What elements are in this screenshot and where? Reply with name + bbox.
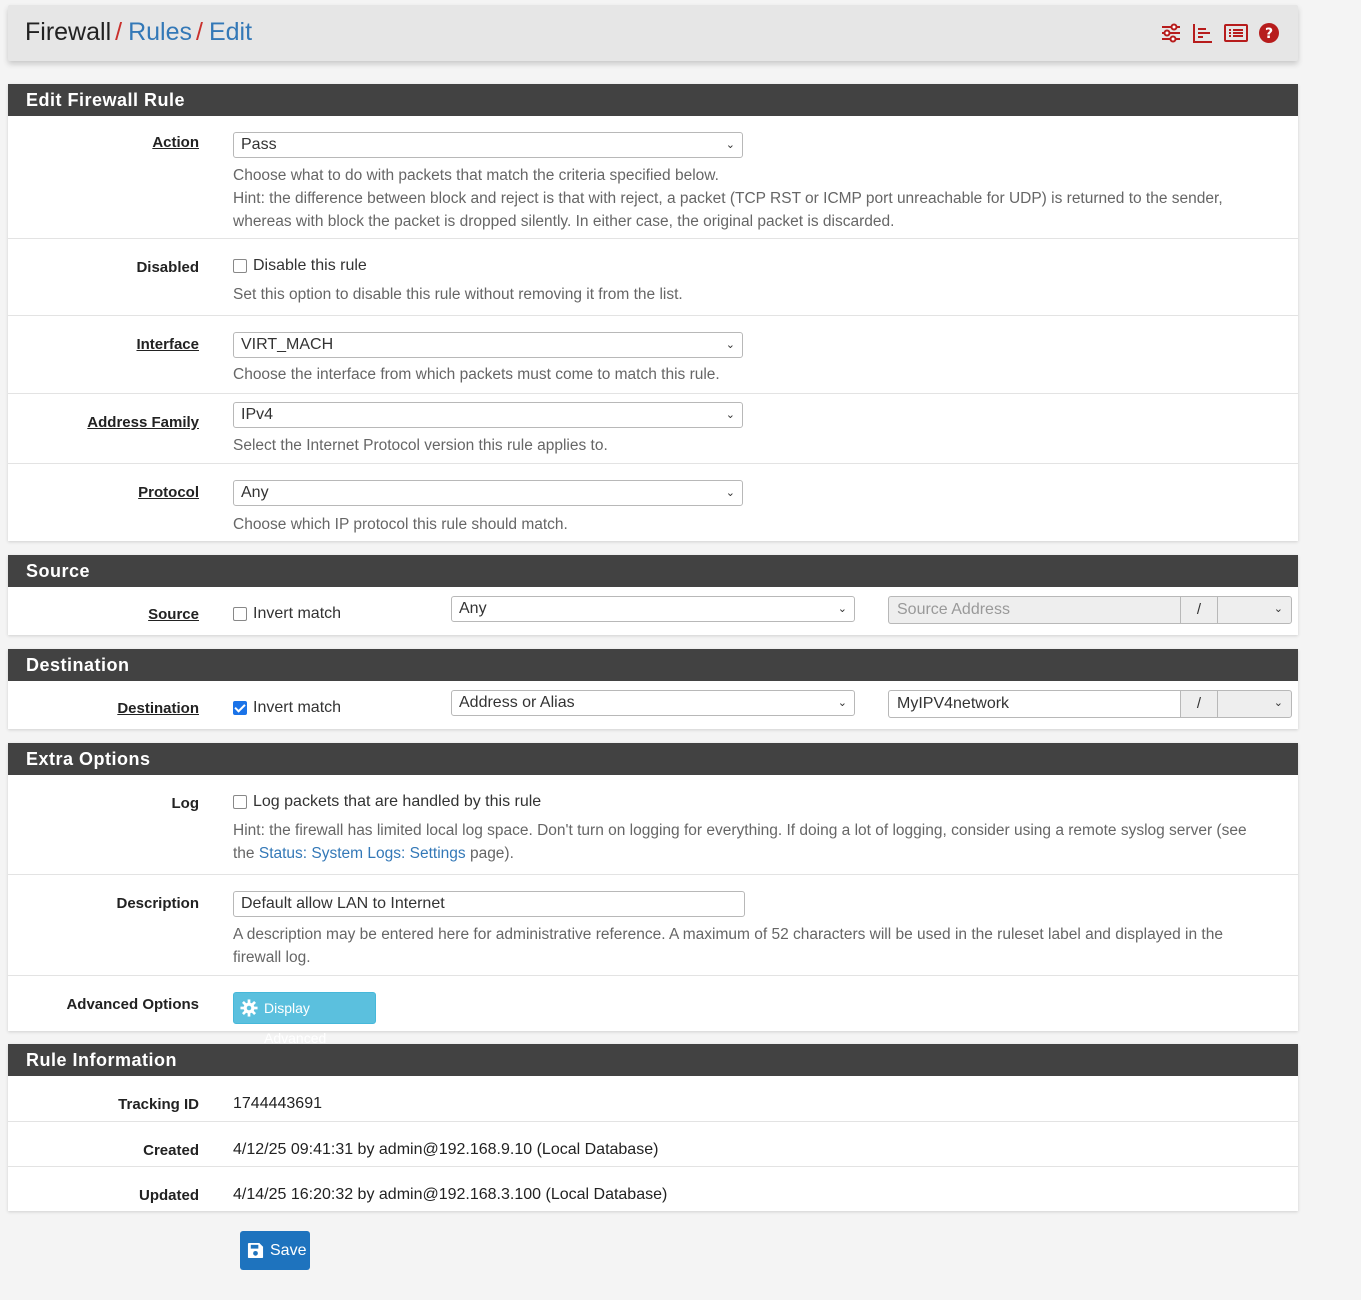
chevron-down-icon: ⌄	[725, 339, 735, 351]
interface-label[interactable]: Interface	[136, 336, 199, 353]
cidr-separator: /	[1181, 596, 1217, 624]
description-input[interactable]: Default allow LAN to Internet	[233, 891, 745, 917]
source-address-input[interactable]: Source Address	[888, 596, 1181, 624]
destination-address-input[interactable]: MyIPV4network	[888, 690, 1181, 718]
chevron-down-icon: ⌄	[837, 697, 847, 709]
destination-invert-wrap[interactable]: Invert match	[233, 699, 341, 717]
protocol-label[interactable]: Protocol	[138, 484, 199, 501]
created-row: Created 4/12/25 09:41:31 by admin@192.16…	[8, 1121, 1298, 1166]
log-row: Log Log packets that are handled by this…	[8, 775, 1298, 874]
panel-title: Destination	[8, 649, 1298, 681]
source-type-select[interactable]: Any ⌄	[451, 596, 855, 622]
destination-mask-select[interactable]: ⌄	[1217, 690, 1292, 718]
description-help: A description may be entered here for ad…	[233, 926, 1223, 966]
source-mask-select[interactable]: ⌄	[1217, 596, 1292, 624]
source-row: Source Invert match Any ⌄ Source Address …	[8, 587, 1298, 635]
bar-chart-icon[interactable]	[1192, 22, 1214, 44]
source-invert-checkbox[interactable]	[233, 607, 247, 621]
sliders-icon[interactable]	[1160, 22, 1182, 44]
tracking-label: Tracking ID	[118, 1096, 199, 1113]
disabled-row: Disabled Disable this rule Set this opti…	[8, 238, 1298, 315]
address-family-row: Address Family IPv4 ⌄ Select the Internet…	[8, 393, 1298, 463]
advanced-row: Advanced Options Display Advanced	[8, 975, 1298, 1046]
chevron-down-icon: ⌄	[725, 139, 735, 151]
save-button[interactable]: Save	[240, 1231, 310, 1270]
log-checkbox[interactable]	[233, 795, 247, 809]
panel-title: Extra Options	[8, 743, 1298, 775]
action-help: Choose what to do with packets that matc…	[233, 167, 1223, 230]
destination-address-group: MyIPV4network / ⌄	[888, 690, 1292, 718]
page-header: Firewall / Rules / Edit ?	[8, 5, 1298, 61]
log-label: Log	[171, 795, 200, 812]
destination-panel: Destination Destination Invert match Add…	[8, 649, 1298, 729]
log-help: Hint: the firewall has limited local log…	[233, 822, 1247, 862]
chevron-down-icon: ⌄	[1273, 697, 1283, 709]
edit-rule-panel: Edit Firewall Rule Action Pass ⌄ Choose w…	[8, 84, 1298, 541]
disabled-checkbox[interactable]	[233, 259, 247, 273]
description-label: Description	[116, 895, 199, 912]
extra-options-panel: Extra Options Log Log packets that are h…	[8, 743, 1298, 1046]
chevron-down-icon: ⌄	[837, 603, 847, 615]
protocol-help: Choose which IP protocol this rule shoul…	[233, 516, 568, 533]
protocol-select[interactable]: Any ⌄	[233, 480, 743, 506]
address-family-label[interactable]: Address Family	[87, 414, 199, 431]
breadcrumb-root: Firewall	[25, 18, 112, 46]
address-family-help: Select the Internet Protocol version thi…	[233, 437, 608, 454]
destination-type-select[interactable]: Address or Alias ⌄	[451, 690, 855, 716]
destination-label[interactable]: Destination	[117, 700, 199, 717]
list-icon[interactable]	[1224, 22, 1248, 44]
action-row: Action Pass ⌄ Choose what to do with pack…	[8, 116, 1298, 238]
help-icon[interactable]: ?	[1258, 22, 1280, 44]
breadcrumb-edit-link[interactable]: Edit	[209, 18, 252, 46]
rule-information-panel: Rule Information Tracking ID 1744443691 …	[8, 1044, 1298, 1211]
protocol-row: Protocol Any ⌄ Choose which IP protocol t…	[8, 463, 1298, 541]
system-logs-settings-link[interactable]: Status: System Logs: Settings	[259, 845, 466, 862]
display-advanced-button[interactable]: Display Advanced	[233, 992, 376, 1046]
updated-label: Updated	[139, 1187, 199, 1204]
action-select[interactable]: Pass ⌄	[233, 132, 743, 158]
breadcrumb-rules-link[interactable]: Rules	[128, 18, 192, 46]
panel-title: Edit Firewall Rule	[8, 84, 1298, 116]
disabled-label: Disabled	[136, 259, 199, 276]
address-family-select[interactable]: IPv4 ⌄	[233, 402, 743, 428]
floppy-icon	[247, 1242, 264, 1259]
source-label[interactable]: Source	[148, 606, 199, 623]
breadcrumb: Firewall / Rules / Edit	[25, 18, 253, 46]
chevron-down-icon: ⌄	[725, 487, 735, 499]
panel-title: Rule Information	[8, 1044, 1298, 1076]
destination-invert-checkbox[interactable]	[233, 701, 247, 715]
panel-title: Source	[8, 555, 1298, 587]
updated-value: 4/14/25 16:20:32 by admin@192.168.3.100 …	[233, 1186, 668, 1203]
cidr-separator: /	[1181, 690, 1217, 718]
interface-row: Interface VIRT_MACH ⌄ Choose the interfac…	[8, 315, 1298, 393]
tracking-value: 1744443691	[233, 1095, 322, 1112]
advanced-label: Advanced Options	[66, 996, 199, 1013]
log-checkbox-wrap[interactable]: Log packets that are handled by this rul…	[233, 793, 541, 811]
source-invert-wrap[interactable]: Invert match	[233, 605, 341, 623]
source-panel: Source Source Invert match Any ⌄ Source A…	[8, 555, 1298, 635]
disabled-checkbox-wrap[interactable]: Disable this rule	[233, 257, 367, 275]
created-value: 4/12/25 09:41:31 by admin@192.168.9.10 (…	[233, 1141, 659, 1158]
chevron-down-icon: ⌄	[1273, 603, 1283, 615]
svg-text:?: ?	[1265, 26, 1273, 42]
tracking-row: Tracking ID 1744443691	[8, 1076, 1298, 1121]
disabled-help: Set this option to disable this rule wit…	[233, 286, 683, 303]
interface-select[interactable]: VIRT_MACH ⌄	[233, 332, 743, 358]
created-label: Created	[143, 1142, 199, 1159]
updated-row: Updated 4/14/25 16:20:32 by admin@192.16…	[8, 1166, 1298, 1211]
description-row: Description Default allow LAN to Interne…	[8, 874, 1298, 975]
gear-icon	[240, 999, 258, 1017]
action-label[interactable]: Action	[152, 134, 199, 151]
interface-help: Choose the interface from which packets …	[233, 366, 720, 383]
source-address-group: Source Address / ⌄	[888, 596, 1292, 624]
destination-row: Destination Invert match Address or Alia…	[8, 681, 1298, 729]
chevron-down-icon: ⌄	[725, 409, 735, 421]
